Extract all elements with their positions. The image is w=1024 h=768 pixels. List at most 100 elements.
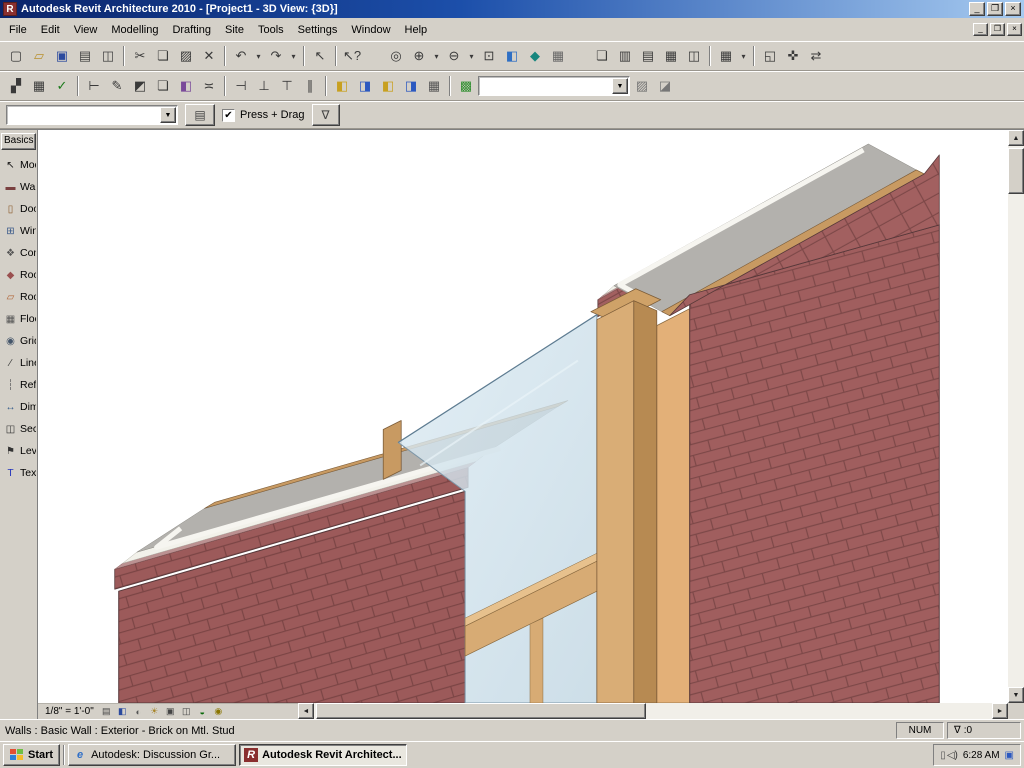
render-region-button[interactable]: ▩ [455, 75, 477, 97]
restore-button[interactable]: ❐ [987, 2, 1003, 16]
cut-button[interactable]: ✂ [129, 45, 151, 67]
section-box-button[interactable]: ▦ [547, 45, 569, 67]
paint-button[interactable]: ◧ [175, 75, 197, 97]
delete-button[interactable]: ✕ [198, 45, 220, 67]
cascade-windows-button[interactable]: ❏ [591, 45, 613, 67]
match-button[interactable]: ≍ [198, 75, 220, 97]
menu-help[interactable]: Help [398, 20, 435, 40]
combo-dropdown-icon[interactable]: ▼ [612, 78, 628, 94]
task-discussion-group[interactable]: e Autodesk: Discussion Gr... [68, 744, 236, 766]
copy-button[interactable]: ❏ [152, 45, 174, 67]
default-3d-view-button[interactable]: ◧ [501, 45, 523, 67]
new-button[interactable]: ▢ [5, 45, 27, 67]
horizontal-scroll-thumb[interactable] [316, 703, 646, 719]
measure-button[interactable]: ⊢ [83, 75, 105, 97]
mdi-close-button[interactable]: × [1007, 23, 1022, 36]
type-selector-dropdown-icon[interactable]: ▼ [160, 107, 176, 123]
redo-button[interactable]: ↷ [265, 45, 287, 67]
trim-button[interactable]: ⊤ [276, 75, 298, 97]
design-bar-item-grid[interactable]: ◉ Grid [1, 330, 36, 352]
pin-button[interactable]: ✜ [782, 45, 804, 67]
view-scale-button[interactable]: 1/8" = 1'-0" [41, 706, 98, 717]
demolish-button[interactable]: ▞ [5, 75, 27, 97]
3d-view-canvas[interactable] [38, 130, 1008, 703]
mdi-restore-button[interactable]: ❐ [990, 23, 1005, 36]
inactive-workset-button[interactable]: ◪ [654, 75, 676, 97]
mdi-minimize-button[interactable]: _ [973, 23, 988, 36]
save-button[interactable]: ▣ [51, 45, 73, 67]
menu-window[interactable]: Window [344, 20, 397, 40]
open-button[interactable]: ▱ [28, 45, 50, 67]
element-properties-button[interactable]: ▤ [185, 104, 215, 126]
close-button[interactable]: × [1005, 2, 1021, 16]
offset-button[interactable]: ∥ [299, 75, 321, 97]
crop-region-button[interactable]: ▣ [163, 705, 178, 719]
design-bar-item-ref-plane[interactable]: ┆ Ref Plane [1, 374, 36, 396]
menu-drafting[interactable]: Drafting [165, 20, 218, 40]
paste-button[interactable]: ▨ [175, 45, 197, 67]
active-design-option-button[interactable]: ◧ [331, 75, 353, 97]
menu-settings[interactable]: Settings [291, 20, 345, 40]
context-help-button[interactable]: ↖? [341, 45, 363, 67]
arrange-icons-button[interactable]: ▦ [660, 45, 682, 67]
type-selector-combobox[interactable]: ▼ [6, 105, 178, 125]
exclude-options-button[interactable]: ◨ [400, 75, 422, 97]
sun-path-button[interactable]: ☀ [147, 705, 162, 719]
vertical-scroll-thumb[interactable] [1008, 148, 1024, 194]
design-bar-item-section[interactable]: ◫ Section [1, 418, 36, 440]
add-to-set-button[interactable]: ◨ [354, 75, 376, 97]
spelling-button[interactable]: ✓ [51, 75, 73, 97]
shadows-button[interactable]: ◐ [131, 705, 146, 719]
design-bar-item-wall[interactable]: ▬ Wall [1, 176, 36, 198]
split-face-button[interactable]: ◩ [129, 75, 151, 97]
tile-horizontal-button[interactable]: ▥ [614, 45, 636, 67]
menu-tools[interactable]: Tools [251, 20, 291, 40]
design-bar-item-roof[interactable]: ◆ Roof [1, 264, 36, 286]
align-button[interactable]: ⊣ [230, 75, 252, 97]
scroll-down-button[interactable]: ▼ [1008, 687, 1024, 703]
design-bar-item-floor[interactable]: ▦ Floor [1, 308, 36, 330]
crop-visibility-button[interactable]: ◫ [179, 705, 194, 719]
undo-button[interactable]: ↶ [230, 45, 252, 67]
design-bar-item-level[interactable]: ⚑ Level [1, 440, 36, 462]
array-button[interactable]: ▦ [28, 75, 50, 97]
design-bar-item-room[interactable]: ▱ Room [1, 286, 36, 308]
minimize-button[interactable]: _ [969, 2, 985, 16]
filter-button[interactable]: ∇ [312, 104, 340, 126]
scroll-up-button[interactable]: ▲ [1008, 130, 1024, 146]
new-window-button[interactable]: ◫ [683, 45, 705, 67]
scroll-left-button[interactable]: ◄ [298, 703, 314, 719]
steering-wheel-button[interactable]: ◎ [385, 45, 407, 67]
menu-site[interactable]: Site [218, 20, 251, 40]
split-button[interactable]: ⊥ [253, 75, 275, 97]
print-button[interactable]: ▤ [74, 45, 96, 67]
link-button[interactable]: ⇄ [805, 45, 827, 67]
modify-button[interactable]: ↖ [309, 45, 331, 67]
option-sets-button[interactable]: ▦ [423, 75, 445, 97]
zoom-in-button[interactable]: ⊕ [408, 45, 430, 67]
horizontal-scrollbar[interactable]: ◄ ► [298, 703, 1008, 719]
show-mass-button[interactable]: ◱ [759, 45, 781, 67]
design-options-combobox[interactable]: ▼ [478, 76, 630, 96]
start-button[interactable]: Start [3, 744, 60, 766]
editable-only-button[interactable]: ▨ [631, 75, 653, 97]
vertical-scroll-track[interactable] [1008, 146, 1024, 687]
print-preview-button[interactable]: ◫ [97, 45, 119, 67]
window-list-button[interactable]: ▦ [715, 45, 737, 67]
temporary-hide-button[interactable]: ◒ [195, 705, 210, 719]
model-graphics-button[interactable]: ◧ [115, 705, 130, 719]
tile-vertical-button[interactable]: ▤ [637, 45, 659, 67]
design-bar-item-dimension[interactable]: ↔ Dimension [1, 396, 36, 418]
sketch-button[interactable]: ✎ [106, 75, 128, 97]
design-bar-item-window[interactable]: ⊞ Window [1, 220, 36, 242]
menu-modelling[interactable]: Modelling [104, 20, 165, 40]
design-bar-item-lines[interactable]: ∕ Lines [1, 352, 36, 374]
display-tray-icon[interactable]: ▣ [1005, 750, 1014, 761]
zoom-out-dropdown-button[interactable]: ▾ [466, 45, 477, 67]
redo-dropdown-button[interactable]: ▾ [288, 45, 299, 67]
design-bar-item-modify[interactable]: ↖ Modify [1, 154, 36, 176]
volume-tray-icon[interactable]: ◁) [947, 750, 958, 761]
menu-file[interactable]: File [2, 20, 34, 40]
zoom-fit-button[interactable]: ⊡ [478, 45, 500, 67]
undo-dropdown-button[interactable]: ▾ [253, 45, 264, 67]
